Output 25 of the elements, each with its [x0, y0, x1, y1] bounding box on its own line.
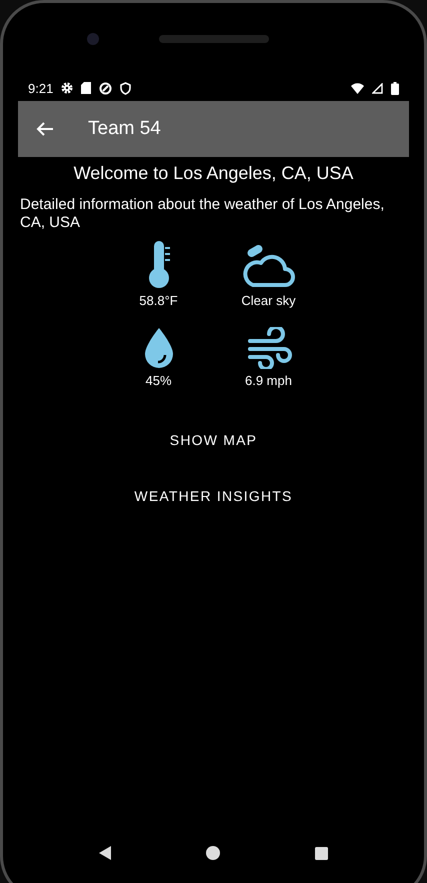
weather-value: 45%: [145, 373, 172, 388]
welcome-heading: Welcome to Los Angeles, CA, USA: [72, 163, 354, 184]
recents-nav-icon[interactable]: [315, 846, 328, 860]
weather-value: 6.9 mph: [245, 373, 292, 388]
cloud-icon: [242, 245, 294, 289]
description-text: Detailed information about the weather of Los Angeles, CA, USA: [20, 196, 386, 232]
gear-icon: [61, 82, 74, 94]
text-button[interactable]: WEATHER INSIGHTS: [126, 478, 301, 514]
wind-icon: [246, 327, 292, 369]
status-time: 9:21: [28, 80, 54, 96]
text-button[interactable]: SHOW MAP: [162, 422, 266, 458]
signal-icon: [372, 82, 383, 94]
circle-icon: [99, 82, 112, 94]
battery-icon: [391, 82, 399, 94]
app-title: Team 54: [88, 118, 161, 140]
camera-icon: [86, 33, 98, 45]
water-drop-icon: [142, 327, 174, 369]
back-arrow-icon[interactable]: [36, 121, 54, 137]
weather-value: Clear sky: [241, 293, 296, 308]
wifi-icon: [351, 82, 364, 94]
sd-card-icon: [81, 82, 92, 94]
shield-icon: [120, 82, 132, 94]
back-nav-icon[interactable]: [99, 846, 111, 860]
home-nav-icon[interactable]: [206, 846, 220, 860]
weather-value: 58.8°F: [139, 293, 178, 308]
